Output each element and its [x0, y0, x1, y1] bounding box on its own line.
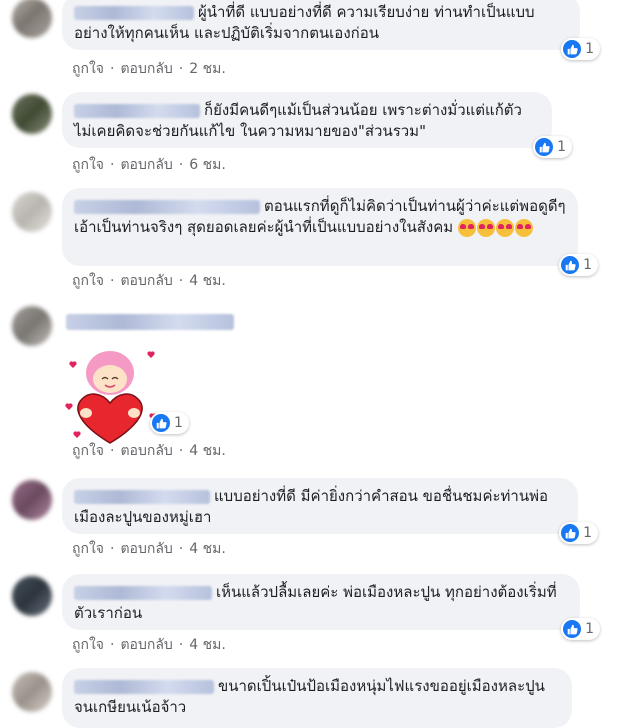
- comment-text-wrap: ขนาดเปิ้นเป๋นป้อเมืองหนุ่มไฟแรงขออยู่เมื…: [74, 676, 560, 718]
- heart-eyes-emoji-icon: [495, 218, 514, 237]
- reaction-count: 1: [583, 257, 592, 273]
- timestamp[interactable]: 4 ชม.: [189, 538, 226, 560]
- commenter-name-blurred[interactable]: [74, 199, 260, 214]
- like-thumb-icon: [563, 620, 582, 638]
- avatar[interactable]: [12, 0, 52, 38]
- reaction-summary[interactable]: 1: [561, 38, 600, 60]
- comment-bubble: ตอนแรกที่ดูก็ไม่คิดว่าเป็นท่านผู้ว่าค่ะแ…: [62, 188, 598, 276]
- emoji-row: [457, 218, 533, 237]
- separator-dot: ·: [110, 541, 115, 557]
- timestamp[interactable]: 4 ชม.: [189, 440, 226, 462]
- like-link[interactable]: ถูกใจ: [72, 58, 104, 80]
- reaction-count: 1: [585, 41, 594, 57]
- like-link[interactable]: ถูกใจ: [72, 538, 104, 560]
- separator-dot: ·: [178, 157, 184, 173]
- avatar[interactable]: [12, 94, 52, 134]
- reply-link[interactable]: ตอบกลับ: [120, 634, 172, 656]
- separator-dot: ·: [178, 637, 184, 653]
- comment-text-wrap: ก็ยังมีคนดีๆแม้เป็นส่วนน้อย เพราะต่างมั่…: [74, 100, 540, 142]
- commenter-name-blurred[interactable]: [74, 103, 200, 118]
- heart-hug-sticker[interactable]: [60, 347, 160, 447]
- separator-dot: ·: [110, 157, 115, 173]
- reaction-summary[interactable]: 1: [559, 522, 598, 544]
- like-link[interactable]: ถูกใจ: [72, 634, 104, 656]
- comment-text-wrap: ผู้นำที่ดี แบบอย่างที่ดี ความเรียบง่าย ท…: [74, 2, 568, 44]
- timestamp[interactable]: 2 ชม.: [189, 58, 226, 80]
- reaction-summary[interactable]: 1: [561, 618, 600, 640]
- reply-link[interactable]: ตอบกลับ: [120, 440, 172, 462]
- separator-dot: ·: [178, 541, 184, 557]
- avatar[interactable]: [12, 192, 52, 232]
- like-thumb-icon: [535, 138, 554, 156]
- reaction-count: 1: [583, 525, 592, 541]
- commenter-name-blurred[interactable]: [74, 585, 212, 600]
- reaction-summary[interactable]: 1: [559, 254, 598, 276]
- commenter-name-blurred[interactable]: [66, 314, 234, 330]
- timestamp[interactable]: 4 ชม.: [189, 270, 226, 292]
- like-link[interactable]: ถูกใจ: [72, 440, 104, 462]
- like-thumb-icon: [561, 256, 580, 274]
- comment-actions: ถูกใจ · ตอบกลับ · 4 ชม.: [72, 538, 226, 560]
- reaction-count: 1: [174, 415, 183, 431]
- comment-bubble: เห็นแล้วปลื้มเลยค่ะ พ่อเมืองหละปูน ทุกอย…: [62, 574, 600, 640]
- separator-dot: ·: [110, 61, 115, 77]
- reply-link[interactable]: ตอบกลับ: [120, 154, 172, 176]
- comment-actions: ถูกใจ · ตอบกลับ · 6 ชม.: [72, 154, 226, 176]
- reply-link[interactable]: ตอบกลับ: [120, 58, 172, 80]
- reaction-summary[interactable]: 1: [150, 412, 189, 434]
- comment-actions: ถูกใจ · ตอบกลับ · 4 ชม.: [72, 440, 226, 462]
- heart-eyes-emoji-icon: [514, 218, 533, 237]
- comment-text-wrap: ตอนแรกที่ดูก็ไม่คิดว่าเป็นท่านผู้ว่าค่ะแ…: [74, 196, 566, 238]
- separator-dot: ·: [178, 61, 184, 77]
- commenter-name-blurred[interactable]: [74, 5, 194, 20]
- like-thumb-icon: [563, 40, 582, 58]
- avatar[interactable]: [12, 576, 52, 616]
- separator-dot: ·: [110, 637, 115, 653]
- reaction-count: 1: [557, 139, 566, 155]
- avatar[interactable]: [12, 672, 52, 712]
- commenter-name-blurred[interactable]: [74, 679, 214, 694]
- reply-link[interactable]: ตอบกลับ: [120, 270, 172, 292]
- comment-text-wrap: เห็นแล้วปลื้มเลยค่ะ พ่อเมืองหละปูน ทุกอย…: [74, 582, 568, 624]
- reaction-count: 1: [585, 621, 594, 637]
- comment-text-wrap: แบบอย่างที่ดี มีค่ายิ่งกว่าคำสอน ขอชื่นช…: [74, 486, 566, 528]
- comment-bubble: ผู้นำที่ดี แบบอย่างที่ดี ความเรียบง่าย ท…: [62, 0, 600, 60]
- heart-eyes-emoji-icon: [457, 218, 476, 237]
- avatar[interactable]: [12, 480, 52, 520]
- separator-dot: ·: [178, 443, 184, 459]
- comment-bubble: ขนาดเปิ้นเป๋นป้อเมืองหนุ่มไฟแรงขออยู่เมื…: [62, 668, 572, 728]
- like-thumb-icon: [561, 524, 580, 542]
- like-link[interactable]: ถูกใจ: [72, 270, 104, 292]
- timestamp[interactable]: 6 ชม.: [189, 154, 226, 176]
- separator-dot: ·: [110, 273, 115, 289]
- comment-actions: ถูกใจ · ตอบกลับ · 2 ชม.: [72, 58, 226, 80]
- comment-bubble: ก็ยังมีคนดีๆแม้เป็นส่วนน้อย เพราะต่างมั่…: [62, 92, 572, 158]
- timestamp[interactable]: 4 ชม.: [189, 634, 226, 656]
- separator-dot: ·: [110, 443, 115, 459]
- comment-actions: ถูกใจ · ตอบกลับ · 4 ชม.: [72, 270, 226, 292]
- comment-bubble: แบบอย่างที่ดี มีค่ายิ่งกว่าคำสอน ขอชื่นช…: [62, 478, 598, 544]
- commenter-name-blurred[interactable]: [74, 489, 210, 504]
- separator-dot: ·: [178, 273, 184, 289]
- reply-link[interactable]: ตอบกลับ: [120, 538, 172, 560]
- comment-actions: ถูกใจ · ตอบกลับ · 4 ชม.: [72, 634, 226, 656]
- avatar[interactable]: [12, 306, 52, 346]
- like-link[interactable]: ถูกใจ: [72, 154, 104, 176]
- reaction-summary[interactable]: 1: [533, 136, 572, 158]
- like-thumb-icon: [152, 414, 170, 432]
- heart-eyes-emoji-icon: [476, 218, 495, 237]
